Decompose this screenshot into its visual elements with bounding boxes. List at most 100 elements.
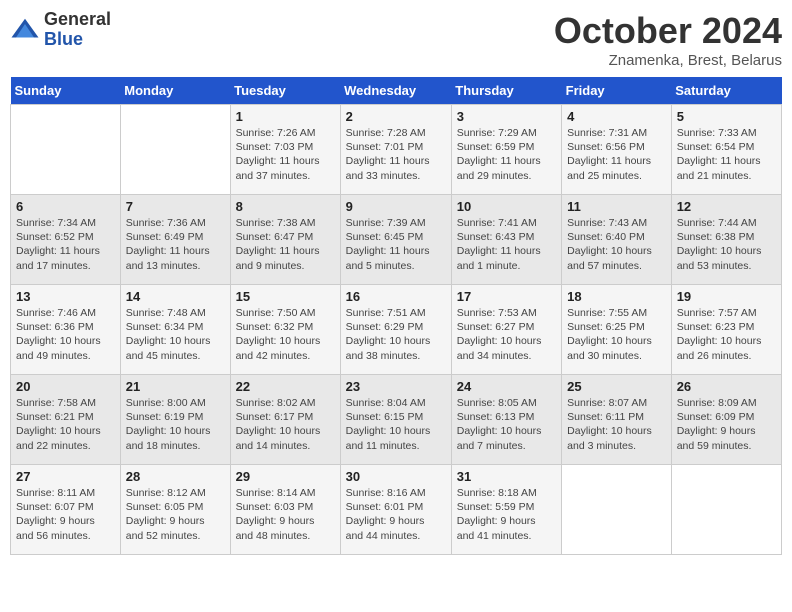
calendar-cell: 13Sunrise: 7:46 AM Sunset: 6:36 PM Dayli…: [11, 285, 121, 375]
day-detail: Sunrise: 8:11 AM Sunset: 6:07 PM Dayligh…: [16, 486, 115, 543]
calendar-cell: [120, 105, 230, 195]
page-header: General Blue October 2024 Znamenka, Bres…: [10, 10, 782, 69]
calendar-header-row: SundayMondayTuesdayWednesdayThursdayFrid…: [11, 77, 782, 105]
day-number: 20: [16, 379, 115, 394]
calendar-cell: [11, 105, 121, 195]
calendar-week-row: 1 Sunrise: 7:26 AM Sunset: 7:03 PM Daylig…: [11, 105, 782, 195]
day-detail: Sunrise: 7:50 AM Sunset: 6:32 PM Dayligh…: [236, 306, 335, 363]
day-detail: Sunrise: 7:46 AM Sunset: 6:36 PM Dayligh…: [16, 306, 115, 363]
day-detail: Sunrise: 8:18 AM Sunset: 5:59 PM Dayligh…: [457, 486, 556, 543]
calendar-cell: 25Sunrise: 8:07 AM Sunset: 6:11 PM Dayli…: [562, 375, 672, 465]
calendar-week-row: 20Sunrise: 7:58 AM Sunset: 6:21 PM Dayli…: [11, 375, 782, 465]
day-detail: Sunrise: 8:14 AM Sunset: 6:03 PM Dayligh…: [236, 486, 335, 543]
calendar-cell: 21 Sunrise: 8:00 AM Sunset: 6:19 PM Dayli…: [120, 375, 230, 465]
day-number: 6: [16, 199, 115, 214]
day-detail: Sunrise: 7:31 AM Sunset: 6:56 PM Dayligh…: [567, 126, 666, 183]
day-number: 17: [457, 289, 556, 304]
day-detail: Sunrise: 7:36 AM Sunset: 6:49 PM Dayligh…: [126, 216, 225, 273]
calendar-cell: 7 Sunrise: 7:36 AM Sunset: 6:49 PM Daylig…: [120, 195, 230, 285]
calendar-cell: 17 Sunrise: 7:53 AM Sunset: 6:27 PM Dayli…: [451, 285, 561, 375]
day-detail: Sunrise: 7:34 AM Sunset: 6:52 PM Dayligh…: [16, 216, 115, 273]
day-detail: Sunrise: 7:57 AM Sunset: 6:23 PM Dayligh…: [677, 306, 776, 363]
day-number: 5: [677, 109, 776, 124]
day-header: Monday: [120, 77, 230, 105]
calendar-week-row: 6 Sunrise: 7:34 AM Sunset: 6:52 PM Daylig…: [11, 195, 782, 285]
day-number: 22: [236, 379, 335, 394]
day-number: 16: [346, 289, 446, 304]
day-number: 9: [346, 199, 446, 214]
calendar-cell: 19 Sunrise: 7:57 AM Sunset: 6:23 PM Dayli…: [671, 285, 781, 375]
calendar-cell: 18 Sunrise: 7:55 AM Sunset: 6:25 PM Dayli…: [562, 285, 672, 375]
calendar-cell: 10Sunrise: 7:41 AM Sunset: 6:43 PM Dayli…: [451, 195, 561, 285]
day-number: 1: [236, 109, 335, 124]
day-detail: Sunrise: 7:38 AM Sunset: 6:47 PM Dayligh…: [236, 216, 335, 273]
calendar-cell: 29 Sunrise: 8:14 AM Sunset: 6:03 PM Dayli…: [230, 465, 340, 555]
calendar-cell: 16Sunrise: 7:51 AM Sunset: 6:29 PM Dayli…: [340, 285, 451, 375]
day-header: Thursday: [451, 77, 561, 105]
day-detail: Sunrise: 8:00 AM Sunset: 6:19 PM Dayligh…: [126, 396, 225, 453]
day-detail: Sunrise: 7:29 AM Sunset: 6:59 PM Dayligh…: [457, 126, 556, 183]
day-number: 4: [567, 109, 666, 124]
calendar-cell: 8Sunrise: 7:38 AM Sunset: 6:47 PM Daylig…: [230, 195, 340, 285]
day-header: Friday: [562, 77, 672, 105]
day-header: Wednesday: [340, 77, 451, 105]
day-detail: Sunrise: 7:55 AM Sunset: 6:25 PM Dayligh…: [567, 306, 666, 363]
day-number: 19: [677, 289, 776, 304]
calendar-cell: 3 Sunrise: 7:29 AM Sunset: 6:59 PM Daylig…: [451, 105, 561, 195]
day-detail: Sunrise: 7:53 AM Sunset: 6:27 PM Dayligh…: [457, 306, 556, 363]
day-number: 27: [16, 469, 115, 484]
day-number: 18: [567, 289, 666, 304]
day-number: 12: [677, 199, 776, 214]
day-detail: Sunrise: 8:07 AM Sunset: 6:11 PM Dayligh…: [567, 396, 666, 453]
day-detail: Sunrise: 8:04 AM Sunset: 6:15 PM Dayligh…: [346, 396, 446, 453]
day-number: 3: [457, 109, 556, 124]
calendar-cell: 4 Sunrise: 7:31 AM Sunset: 6:56 PM Daylig…: [562, 105, 672, 195]
calendar-cell: 26 Sunrise: 8:09 AM Sunset: 6:09 PM Dayli…: [671, 375, 781, 465]
calendar-cell: 2 Sunrise: 7:28 AM Sunset: 7:01 PM Daylig…: [340, 105, 451, 195]
day-detail: Sunrise: 8:09 AM Sunset: 6:09 PM Dayligh…: [677, 396, 776, 453]
calendar-cell: 9Sunrise: 7:39 AM Sunset: 6:45 PM Daylig…: [340, 195, 451, 285]
day-detail: Sunrise: 7:43 AM Sunset: 6:40 PM Dayligh…: [567, 216, 666, 273]
calendar-cell: 14Sunrise: 7:48 AM Sunset: 6:34 PM Dayli…: [120, 285, 230, 375]
day-detail: Sunrise: 8:12 AM Sunset: 6:05 PM Dayligh…: [126, 486, 225, 543]
calendar-table: SundayMondayTuesdayWednesdayThursdayFrid…: [10, 77, 782, 555]
day-detail: Sunrise: 7:33 AM Sunset: 6:54 PM Dayligh…: [677, 126, 776, 183]
calendar-cell: 5 Sunrise: 7:33 AM Sunset: 6:54 PM Daylig…: [671, 105, 781, 195]
day-number: 26: [677, 379, 776, 394]
calendar-week-row: 27 Sunrise: 8:11 AM Sunset: 6:07 PM Dayli…: [11, 465, 782, 555]
logo-general: General: [44, 10, 111, 30]
location: Znamenka, Brest, Belarus: [554, 52, 782, 69]
title-area: October 2024 Znamenka, Brest, Belarus: [554, 10, 782, 69]
calendar-cell: 30Sunrise: 8:16 AM Sunset: 6:01 PM Dayli…: [340, 465, 451, 555]
day-number: 21: [126, 379, 225, 394]
day-header: Tuesday: [230, 77, 340, 105]
day-header: Sunday: [11, 77, 121, 105]
day-detail: Sunrise: 7:28 AM Sunset: 7:01 PM Dayligh…: [346, 126, 446, 183]
day-detail: Sunrise: 7:44 AM Sunset: 6:38 PM Dayligh…: [677, 216, 776, 273]
logo-icon: [10, 15, 40, 45]
calendar-cell: 12 Sunrise: 7:44 AM Sunset: 6:38 PM Dayli…: [671, 195, 781, 285]
logo-text: General Blue: [44, 10, 111, 50]
day-number: 24: [457, 379, 556, 394]
day-detail: Sunrise: 8:02 AM Sunset: 6:17 PM Dayligh…: [236, 396, 335, 453]
day-number: 29: [236, 469, 335, 484]
calendar-cell: 28Sunrise: 8:12 AM Sunset: 6:05 PM Dayli…: [120, 465, 230, 555]
day-detail: Sunrise: 8:05 AM Sunset: 6:13 PM Dayligh…: [457, 396, 556, 453]
logo-blue: Blue: [44, 30, 111, 50]
day-detail: Sunrise: 7:26 AM Sunset: 7:03 PM Dayligh…: [236, 126, 335, 183]
calendar-cell: 23 Sunrise: 8:04 AM Sunset: 6:15 PM Dayli…: [340, 375, 451, 465]
calendar-body: 1 Sunrise: 7:26 AM Sunset: 7:03 PM Daylig…: [11, 105, 782, 555]
day-number: 23: [346, 379, 446, 394]
day-number: 2: [346, 109, 446, 124]
day-detail: Sunrise: 8:16 AM Sunset: 6:01 PM Dayligh…: [346, 486, 446, 543]
calendar-cell: 15 Sunrise: 7:50 AM Sunset: 6:32 PM Dayli…: [230, 285, 340, 375]
calendar-cell: 27 Sunrise: 8:11 AM Sunset: 6:07 PM Dayli…: [11, 465, 121, 555]
day-number: 11: [567, 199, 666, 214]
day-number: 15: [236, 289, 335, 304]
day-detail: Sunrise: 7:41 AM Sunset: 6:43 PM Dayligh…: [457, 216, 556, 273]
calendar-cell: [562, 465, 672, 555]
calendar-cell: 31Sunrise: 8:18 AM Sunset: 5:59 PM Dayli…: [451, 465, 561, 555]
day-number: 7: [126, 199, 225, 214]
calendar-week-row: 13Sunrise: 7:46 AM Sunset: 6:36 PM Dayli…: [11, 285, 782, 375]
calendar-cell: 11 Sunrise: 7:43 AM Sunset: 6:40 PM Dayli…: [562, 195, 672, 285]
